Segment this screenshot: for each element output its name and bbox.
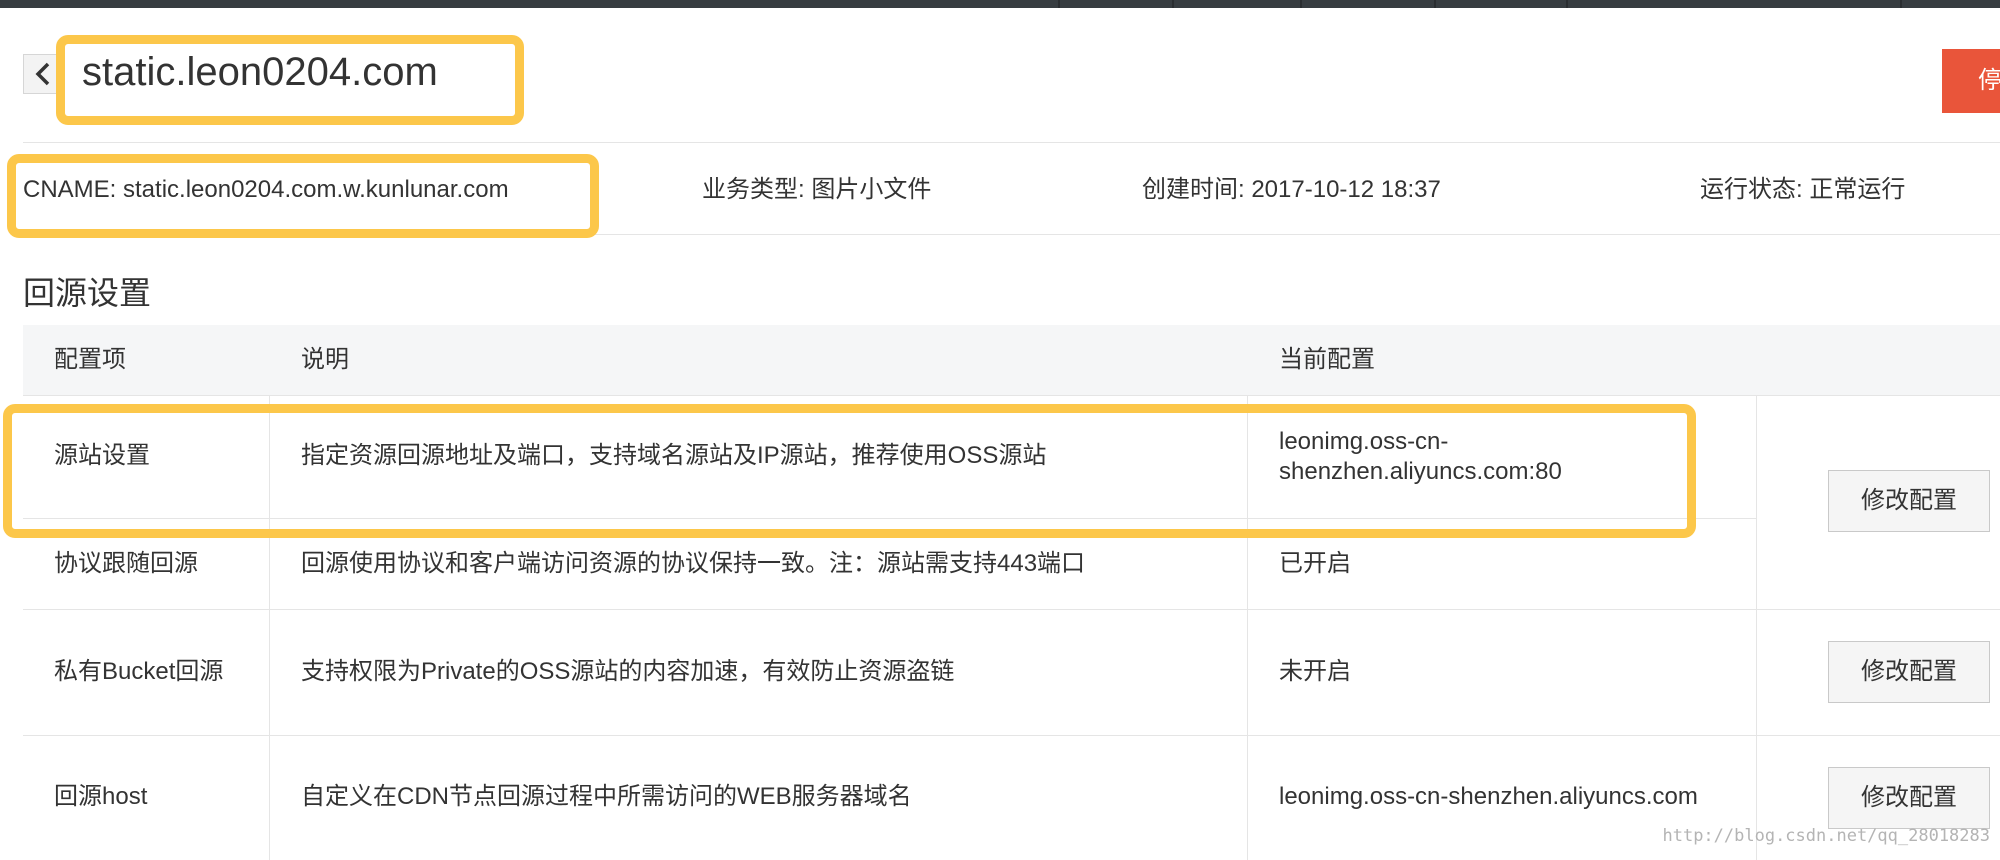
row-divider (23, 735, 2000, 736)
row-description: 指定资源回源地址及端口，支持域名源站及IP源站，推荐使用OSS源站 (301, 442, 1047, 469)
table-row: 私有Bucket回源 支持权限为Private的OSS源站的内容加速，有效防止资… (23, 610, 2000, 735)
back-button[interactable] (23, 54, 63, 94)
value-line: leonimg.oss-cn- (1279, 428, 1449, 455)
column-header-current-config: 当前配置 (1279, 346, 1375, 373)
column-header-item: 配置项 (54, 346, 126, 373)
created-time-info: 创建时间: 2017-10-12 18:37 (1142, 176, 1441, 203)
row-current-value: 未开启 (1279, 658, 1351, 685)
run-status-info: 运行状态: 正常运行 (1700, 176, 1906, 203)
top-nav-bar (0, 0, 2000, 8)
row-current-value: leonimg.oss-cn-shenzhen.aliyuncs.com (1279, 783, 1698, 810)
business-type-info: 业务类型: 图片小文件 (702, 176, 932, 203)
table-row: 源站设置 指定资源回源地址及端口，支持域名源站及IP源站，推荐使用OSS源站 l… (23, 395, 2000, 518)
cname-info: CNAME: static.leon0204.com.w.kunlunar.co… (23, 176, 509, 203)
divider (23, 142, 2000, 143)
table-row: 协议跟随回源 回源使用协议和客户端访问资源的协议保持一致。注：源站需支持443端… (23, 519, 2000, 609)
edit-origin-host-button[interactable]: 修改配置 (1828, 767, 1990, 829)
row-description: 回源使用协议和客户端访问资源的协议保持一致。注：源站需支持443端口 (301, 550, 1086, 577)
section-title: 回源设置 (23, 275, 152, 311)
chevron-left-icon (35, 62, 50, 86)
watermark: http://blog.csdn.net/qq_28018283 (1662, 826, 1990, 846)
row-label: 私有Bucket回源 (54, 658, 224, 685)
row-current-value: leonimg.oss-cn- shenzhen.aliyuncs.com:80 (1279, 427, 1779, 487)
row-label: 源站设置 (54, 442, 150, 469)
row-description: 支持权限为Private的OSS源站的内容加速，有效防止资源盗链 (301, 658, 955, 685)
divider (23, 234, 2000, 235)
row-current-value: 已开启 (1279, 550, 1351, 577)
column-divider (1756, 395, 1757, 860)
row-label: 回源host (54, 783, 148, 810)
row-divider (23, 518, 1756, 519)
edit-private-bucket-button[interactable]: 修改配置 (1828, 641, 1990, 703)
table-header: 配置项 说明 当前配置 (23, 325, 2000, 395)
column-divider (1247, 395, 1248, 860)
row-description: 自定义在CDN节点回源过程中所需访问的WEB服务器域名 (301, 783, 912, 810)
row-divider (23, 395, 2000, 396)
row-divider (23, 609, 2000, 610)
value-line: shenzhen.aliyuncs.com:80 (1279, 458, 1562, 485)
row-label: 协议跟随回源 (54, 550, 198, 577)
page-title: static.leon0204.com (82, 50, 438, 94)
column-divider (269, 395, 270, 860)
column-header-description: 说明 (301, 346, 349, 373)
edit-origin-config-button[interactable]: 修改配置 (1828, 470, 1990, 532)
stop-button[interactable]: 停 (1942, 49, 2000, 113)
